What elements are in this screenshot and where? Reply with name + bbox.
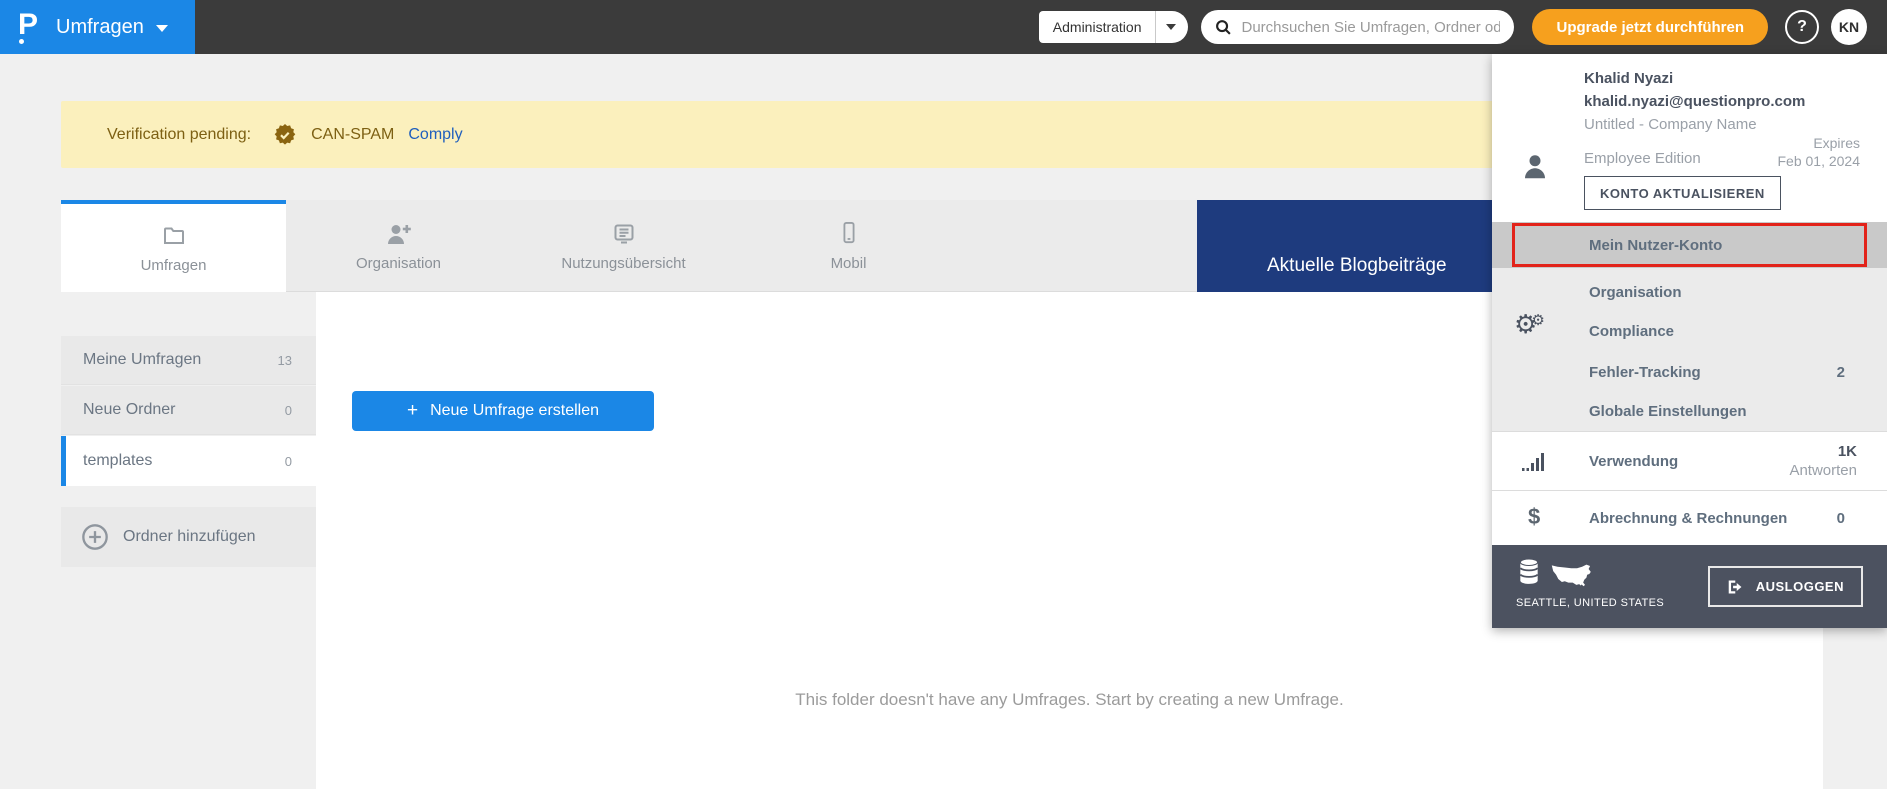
folder-label: Meine Umfragen [83,351,202,368]
folder-count: 13 [277,352,292,368]
dollar-icon: $ [1528,504,1541,529]
settings-gears-icon: ⚙⚙ [1514,310,1545,340]
search-input[interactable] [1241,18,1501,36]
account-menu-footer: SEATTLE, UNITED STATES AUSLOGGEN [1492,545,1887,628]
mobile-phone-icon [838,220,860,246]
chevron-down-icon [155,25,168,32]
help-button[interactable]: ? [1785,10,1819,44]
account-info-section: Khalid Nyazi khalid.nyazi@questionpro.co… [1492,54,1887,222]
product-menu[interactable]: P Umfragen [0,0,195,54]
chevron-down-icon [1166,24,1177,30]
usage-bars-icon [1522,453,1544,471]
product-name: Umfragen [56,15,144,38]
program-name: CAN-SPAM [311,125,395,143]
verification-status-label: Verification pending: [107,125,252,143]
user-name: Khalid Nyazi [1584,70,1674,87]
sidebar-item-templates[interactable]: templates 0 [61,436,316,486]
create-umfrage-label: Neue Umfrage erstellen [430,402,600,419]
expires-label: Expires [1813,135,1860,151]
company-name: Untitled - Company Name [1584,116,1757,133]
administration-dropdown[interactable]: Administration [1038,11,1189,43]
usage-unit: Antworten [1789,462,1857,479]
logout-label: AUSLOGGEN [1755,579,1844,594]
administration-caret[interactable] [1156,11,1188,43]
tab-organisation[interactable]: Organisation [286,200,511,292]
folder-label: templates [83,452,153,469]
add-folder-button[interactable]: Ordner hinzufügen [61,507,316,567]
datacenter-location: SEATTLE, UNITED STATES [1516,597,1665,609]
menu-item-label: Compliance [1589,323,1675,340]
blog-panel-label: Aktuelle Blogbeiträge [1267,255,1447,276]
upgrade-button[interactable]: Upgrade jetzt durchführen [1532,9,1768,45]
search-icon [1216,19,1232,35]
create-umfrage-button[interactable]: + Neue Umfrage erstellen [352,391,654,431]
user-email: khalid.nyazi@questionpro.com [1584,93,1806,110]
logout-icon [1728,579,1742,594]
comply-link[interactable]: Comply [408,126,462,144]
top-bar: P Umfragen Administration Upgrade jetzt … [0,0,1887,54]
menu-item-fehler-tracking[interactable]: Fehler-Tracking 2 [1492,352,1887,393]
billing-count-badge: 0 [1836,509,1845,527]
folder-icon [161,222,187,248]
plus-icon: + [406,400,419,421]
usage-value-block: 1K Antworten [1789,442,1857,480]
usa-map-icon [1551,564,1591,587]
menu-item-globale-einstellungen[interactable]: Globale Einstellungen [1492,391,1887,432]
logout-button[interactable]: AUSLOGGEN [1707,566,1863,607]
account-menu-section: Mein Nutzer-Konto Organisation Complianc… [1492,222,1887,431]
administration-label: Administration [1052,19,1142,35]
usage-label: Verwendung [1589,452,1679,470]
menu-item-organisation[interactable]: Organisation [1492,272,1887,313]
global-search[interactable] [1201,10,1515,44]
app-window: P Umfragen Administration Upgrade jetzt … [0,0,1887,789]
folder-count: 0 [284,453,292,469]
folder-count: 0 [284,402,292,418]
question-mark-icon: ? [1797,18,1807,35]
menu-item-mein-nutzer-konto[interactable]: Mein Nutzer-Konto [1492,222,1887,268]
tab-label: Nutzungsübersicht [561,255,686,272]
menu-item-label: Fehler-Tracking [1589,364,1701,381]
empty-state-text: This folder doesn't have any Umfrages. S… [795,690,1344,709]
tab-umfragen[interactable]: Umfragen [61,200,286,292]
edition-label: Employee Edition [1584,150,1701,167]
add-user-icon [385,220,413,246]
expires-date: Feb 01, 2024 [1777,153,1860,169]
tab-label: Mobil [830,255,867,272]
user-account-menu: Khalid Nyazi khalid.nyazi@questionpro.co… [1492,54,1887,628]
update-account-button[interactable]: KONTO AKTUALISIEREN [1584,176,1781,210]
error-count-badge: 2 [1836,364,1845,381]
tab-label: Organisation [355,255,442,272]
tab-mobil[interactable]: Mobil [736,200,961,292]
usage-value: 1K [1837,443,1857,460]
expiry-info: Expires Feb 01, 2024 [1777,134,1860,170]
seal-badge-icon [274,123,296,145]
add-folder-label: Ordner hinzufügen [123,528,256,545]
plus-circle-icon [82,524,108,550]
menu-item-abrechnung[interactable]: $ Abrechnung & Rechnungen 0 [1492,490,1887,545]
menu-item-label: Organisation [1589,284,1682,301]
menu-item-verwendung[interactable]: Verwendung 1K Antworten [1492,431,1887,490]
menu-item-label: Mein Nutzer-Konto [1589,236,1723,254]
sidebar-item-neue-ordner[interactable]: Neue Ordner 0 [61,386,316,435]
folder-label: Neue Ordner [83,401,176,418]
billing-label: Abrechnung & Rechnungen [1589,509,1788,527]
tab-label: Umfragen [140,257,207,274]
questionpro-logo-icon: P [18,10,44,44]
usage-report-icon [611,220,637,246]
avatar[interactable]: KN [1831,9,1867,45]
tab-nutzungsuebersicht[interactable]: Nutzungsübersicht [511,200,736,292]
sidebar-item-meine-umfragen[interactable]: Meine Umfragen 13 [61,336,316,385]
database-icon [1519,558,1539,584]
menu-item-label: Globale Einstellungen [1589,403,1747,420]
user-icon [1525,155,1545,179]
